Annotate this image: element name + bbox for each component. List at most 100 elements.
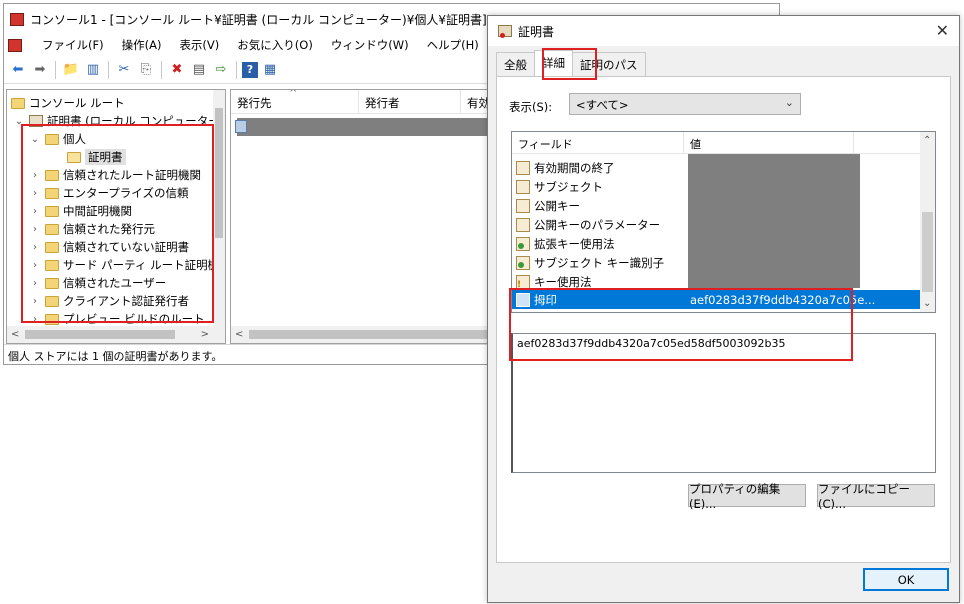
menu-help[interactable]: ヘルプ(H) (425, 35, 481, 55)
certificate-store-icon (29, 115, 43, 127)
column-label: 発行者 (365, 96, 400, 110)
chevron-right-icon[interactable]: › (29, 278, 41, 289)
scroll-up-icon[interactable]: ⌃ (923, 135, 931, 146)
tree-item-label: 信頼されたルート証明機関 (63, 168, 201, 182)
field-name: 拇印 (534, 292, 557, 307)
tree-item-store[interactable]: › 信頼されたユーザー (29, 274, 166, 292)
back-icon[interactable]: ⬅ (8, 60, 28, 80)
field-row[interactable]: 拡張キー使用法 (516, 234, 615, 253)
menu-view[interactable]: 表示(V) (177, 35, 221, 55)
tree-item-label: 証明書 (85, 149, 126, 165)
chevron-right-icon[interactable]: › (29, 260, 41, 271)
tree-item-store[interactable]: › 信頼されていない証明書 (29, 238, 189, 256)
copy-to-file-button[interactable]: ファイルにコピー(C)... (817, 482, 935, 511)
field-name: 公開キーのパラメーター (534, 217, 661, 232)
console-tree: コンソール ルート ⌄ 証明書 (ローカル コンピューター) ⌄ 個人 証明書 … (6, 89, 226, 344)
field-name: サブジェクト (534, 179, 603, 194)
tree-item-personal[interactable]: ⌄ 個人 (29, 130, 86, 148)
tree-item-certificates[interactable]: 証明書 (67, 148, 126, 166)
mmc-window-title: コンソール1 - [コンソール ルート¥証明書 (ローカル コンピューター)¥個… (30, 12, 487, 27)
ok-button[interactable]: OK (863, 568, 949, 591)
extension-icon (516, 255, 530, 270)
chevron-right-icon[interactable]: › (29, 188, 41, 199)
sort-ascending-icon: ^ (289, 89, 298, 99)
tree-item-store[interactable]: › クライアント認証発行者 (29, 292, 189, 310)
scroll-left-icon[interactable]: < (11, 329, 19, 340)
field-row[interactable]: サブジェクト (516, 177, 603, 196)
tree-item-label: 証明書 (ローカル コンピューター) (47, 114, 225, 128)
tree-item-console-root[interactable]: コンソール ルート (11, 94, 125, 112)
details-tab-page: 表示(S): <すべて> ⌄ フィールド 値 有効期間の終了サブジェクト公開キー… (496, 76, 951, 563)
menu-favorites[interactable]: お気に入り(O) (235, 35, 315, 55)
menu-file[interactable]: ファイル(F) (40, 35, 106, 55)
chevron-right-icon[interactable]: › (29, 314, 41, 325)
field-row[interactable]: サブジェクト キー識別子 (516, 253, 664, 272)
mmc-menu-icon[interactable] (8, 38, 22, 52)
field-row[interactable]: 公開キーのパラメーター (516, 215, 660, 234)
tree-item-label: 信頼された発行元 (63, 222, 155, 236)
chevron-right-icon[interactable]: › (29, 224, 41, 235)
field-value-textbox[interactable]: aef0283d37f9ddb4320a7c05ed58df5003092b35 (511, 333, 936, 473)
show-action-pane-icon[interactable]: ▦ (260, 60, 280, 80)
tab-general[interactable]: 全般 (496, 52, 535, 76)
tree-item-store[interactable]: › エンタープライズの信頼 (29, 184, 188, 202)
field-row-thumbprint[interactable]: 拇印 aef0283d37f9ddb4320a7c05e... (512, 290, 922, 309)
tab-certification-path[interactable]: 証明のパス (572, 52, 646, 76)
tree-item-store[interactable]: › 信頼されたルート証明機関 (29, 166, 201, 184)
tree-item-label: クライアント認証発行者 (63, 294, 190, 308)
field-list-scrollbar[interactable]: ⌃ ⌄ (920, 132, 935, 312)
folder-icon (45, 295, 59, 307)
chevron-right-icon[interactable]: › (29, 206, 41, 217)
show-label: 表示(S): (509, 100, 553, 114)
chevron-down-icon[interactable]: ⌄ (13, 116, 25, 127)
column-value[interactable]: 値 (684, 132, 854, 153)
chevron-right-icon[interactable]: › (29, 170, 41, 181)
edit-properties-button[interactable]: プロパティの編集(E)... (688, 482, 806, 511)
copy-icon[interactable]: ⎘ (136, 60, 156, 80)
field-row[interactable]: 有効期間の終了 (516, 158, 615, 177)
help-icon[interactable]: ? (242, 61, 258, 78)
export-list-icon[interactable]: ⇨ (211, 60, 231, 80)
scroll-left-icon[interactable]: < (235, 329, 243, 340)
cert-field-icon (516, 179, 530, 194)
folder-open-icon (67, 151, 81, 163)
certificate-dialog: 証明書 ✕ 全般 詳細 証明のパス 表示(S): <すべて> ⌄ フィールド 値… (487, 15, 960, 603)
menu-action[interactable]: 操作(A) (120, 35, 164, 55)
tab-details[interactable]: 詳細 (534, 50, 573, 76)
dialog-title-bar: 証明書 (488, 16, 959, 46)
properties-icon[interactable]: ▤ (189, 60, 209, 80)
show-filter-select[interactable]: <すべて> ⌄ (569, 93, 801, 115)
tree-item-label: 信頼されていない証明書 (63, 240, 190, 254)
field-row[interactable]: キー使用法 (516, 272, 592, 291)
chevron-right-icon[interactable]: › (29, 296, 41, 307)
scroll-right-icon[interactable]: > (201, 329, 209, 340)
cert-field-icon (516, 292, 530, 307)
folder-icon (45, 241, 59, 253)
chevron-right-icon[interactable]: › (29, 242, 41, 253)
tree-item-store[interactable]: › 信頼された発行元 (29, 220, 155, 238)
delete-icon[interactable]: ✖ (167, 60, 187, 80)
tree-item-local-computer[interactable]: ⌄ 証明書 (ローカル コンピューター) (13, 112, 225, 130)
toolbar-separator (108, 60, 109, 79)
tree-vertical-scrollbar[interactable] (213, 90, 225, 326)
column-field[interactable]: フィールド (512, 132, 684, 153)
tree-horizontal-scrollbar[interactable]: < > (7, 326, 225, 343)
forward-icon[interactable]: ➡ (30, 60, 50, 80)
tree-item-store[interactable]: › 中間証明機関 (29, 202, 132, 220)
redacted-values (688, 154, 860, 288)
certificate-row-redacted[interactable] (235, 118, 497, 136)
show-hide-tree-icon[interactable]: ▥ (83, 60, 103, 80)
scroll-down-icon[interactable]: ⌄ (923, 298, 931, 309)
column-issued-to[interactable]: 発行先 ^ (231, 90, 359, 113)
tree-item-store[interactable]: › サード パーティ ルート証明機関 (29, 256, 225, 274)
field-list: フィールド 値 有効期間の終了サブジェクト公開キー公開キーのパラメーター拡張キー… (511, 131, 936, 313)
toolbar-separator (161, 60, 162, 79)
chevron-down-icon[interactable]: ⌄ (29, 134, 41, 145)
menu-window[interactable]: ウィンドウ(W) (329, 35, 411, 55)
up-folder-icon[interactable]: 📁 (61, 60, 81, 80)
column-issued-by[interactable]: 発行者 (359, 90, 461, 113)
field-row[interactable]: 公開キー (516, 196, 580, 215)
close-icon[interactable]: ✕ (936, 21, 949, 40)
tree-item-label: コンソール ルート (29, 96, 125, 110)
cut-icon[interactable]: ✂ (114, 60, 134, 80)
